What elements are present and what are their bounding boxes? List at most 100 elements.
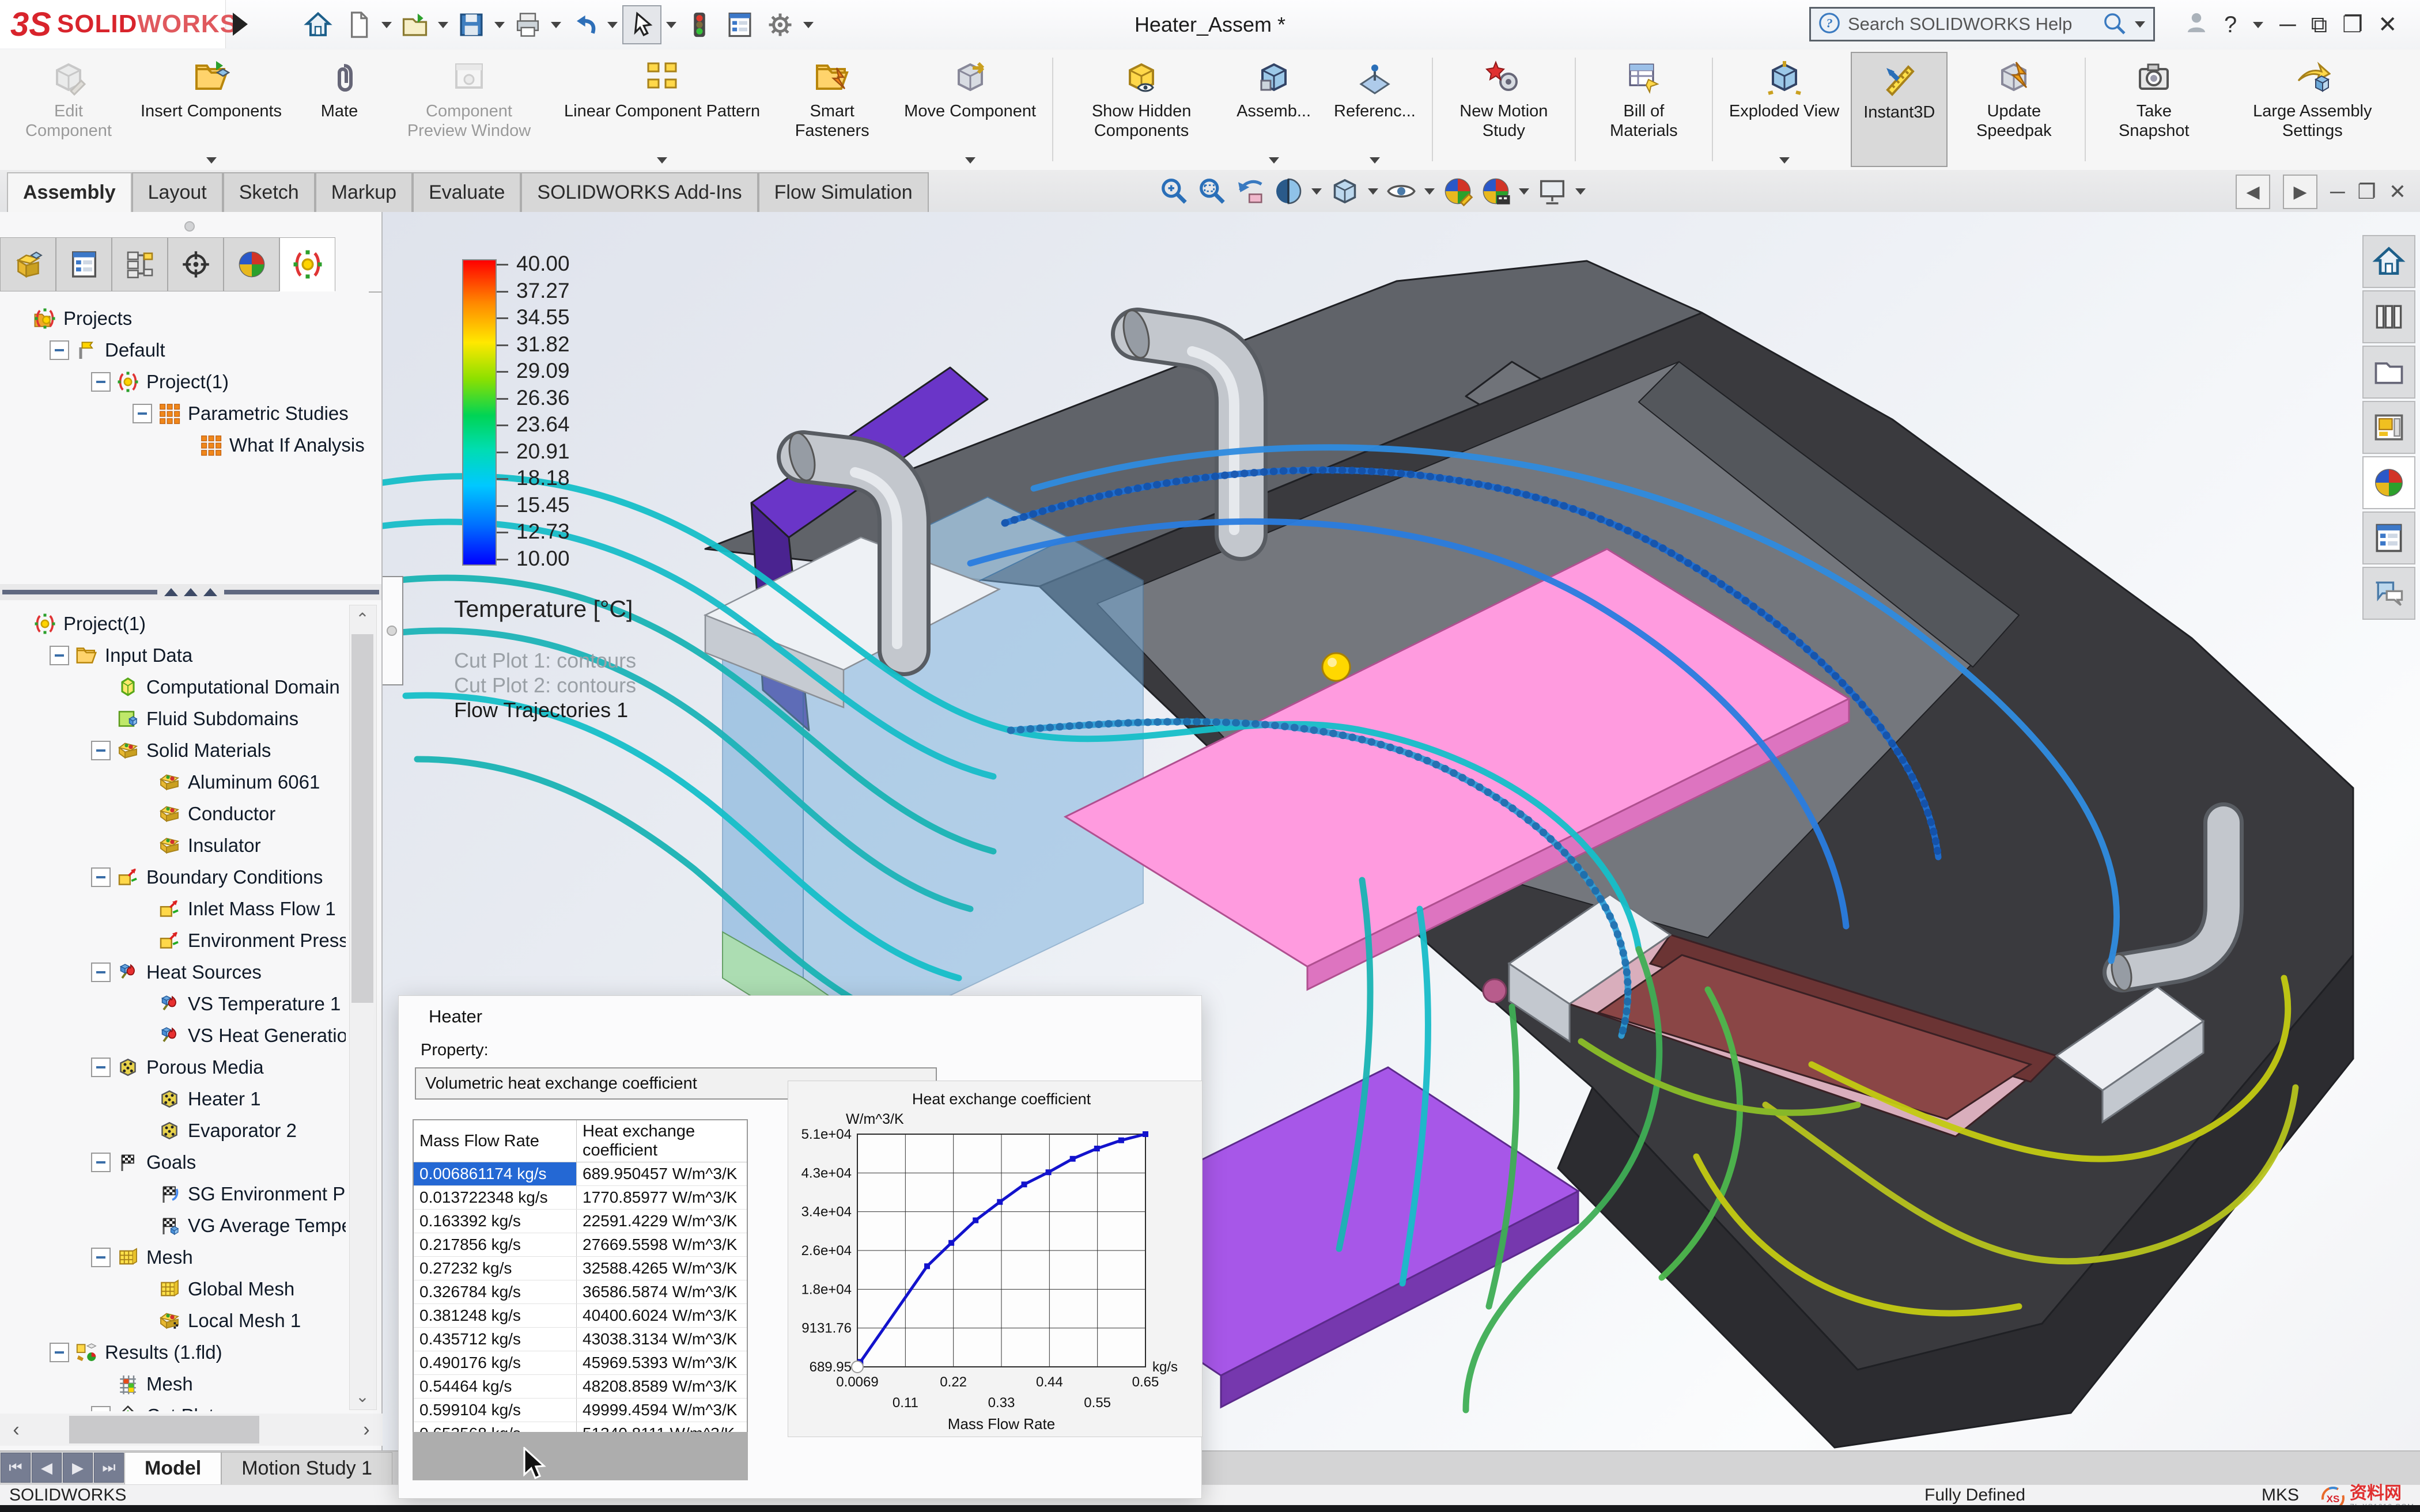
qat-traffic-button[interactable] <box>681 6 718 43</box>
tab-prev-button[interactable]: ◀ <box>32 1453 62 1483</box>
ribbon-bill-of-materials-button[interactable]: Bill of Materials <box>1580 52 1707 167</box>
tab-last-button[interactable]: ⏭ <box>94 1453 124 1483</box>
toolbar-expand-arrow-icon[interactable] <box>233 13 248 36</box>
panel-splitter[interactable] <box>0 584 381 600</box>
ribbon-large-assembly-settings-button[interactable]: Large Assembly Settings <box>2217 52 2407 167</box>
tab-layout[interactable]: Layout <box>131 172 223 212</box>
collapse-toggle[interactable] <box>91 962 111 982</box>
feature-tab-globe[interactable] <box>224 237 279 291</box>
tree-item-inlet-mass-flow-1[interactable]: Inlet Mass Flow 1 <box>133 895 336 923</box>
tree-item-vs-temperature-1[interactable]: VS Temperature 1 <box>133 990 341 1018</box>
dropdown-icon[interactable] <box>206 157 217 164</box>
ribbon-mate-button[interactable]: Mate <box>293 52 385 167</box>
tab-evaluate[interactable]: Evaluate <box>413 172 521 212</box>
tree-item-cut-plots[interactable]: Cut Plots <box>91 1401 224 1411</box>
ribbon-referenc--button[interactable]: Referenc... <box>1322 52 1427 167</box>
taskpane-home-button[interactable] <box>2362 235 2415 288</box>
tree-item-heater-1[interactable]: Heater 1 <box>133 1085 261 1113</box>
table-row[interactable]: 0.435712 kg/s 43038.3134 W/m^3/K <box>413 1327 748 1351</box>
tree-item-project-1-[interactable]: Project(1) <box>91 367 229 396</box>
ribbon-show-hidden-components-button[interactable]: Show Hidden Components <box>1058 52 1225 167</box>
ribbon-insert-components-button[interactable]: Insert Components <box>129 52 293 167</box>
ribbon-smart-fasteners-button[interactable]: Smart Fasteners <box>772 52 893 167</box>
tree-item-vg-average-temperatu[interactable]: VG Average Temperatu <box>133 1211 346 1240</box>
tree-item-local-mesh-1[interactable]: Local Mesh 1 <box>133 1306 301 1335</box>
tree-item-project-1-[interactable]: Project(1) <box>8 609 146 638</box>
tree-horizontal-scrollbar[interactable]: ‹ › <box>0 1414 383 1446</box>
qat-home-button[interactable] <box>300 6 336 43</box>
legend-layer-label[interactable]: Cut Plot 1: contours <box>454 649 636 673</box>
collapse-toggle[interactable] <box>91 741 111 760</box>
tree-item-vs-heat-generation-ra[interactable]: VS Heat Generation Ra <box>133 1021 346 1050</box>
tree-item-conductor[interactable]: Conductor <box>133 799 275 828</box>
mass-flow-table[interactable]: Mass Flow Rate Heat exchange coefficient 0… <box>413 1119 748 1470</box>
dropdown-icon[interactable] <box>803 21 814 28</box>
ribbon-instant3d-button[interactable]: Instant3D <box>1851 52 1948 167</box>
tree-item-parametric-studies[interactable]: Parametric Studies <box>133 399 349 428</box>
collapse-toggle[interactable] <box>50 340 69 360</box>
search-input[interactable]: Search SOLIDWORKS Help <box>1848 14 2094 35</box>
close-button[interactable]: ✕ <box>2378 12 2398 38</box>
doc-tab-model[interactable]: Model <box>124 1452 222 1484</box>
dropdown-icon[interactable] <box>494 21 505 28</box>
taskpane-folder2-button[interactable] <box>2362 346 2415 399</box>
scroll-up-icon[interactable]: ⌃ <box>350 605 375 632</box>
collapse-toggle[interactable] <box>91 1406 111 1411</box>
doc-close-button[interactable]: ✕ <box>2389 180 2406 204</box>
ribbon-move-component-button[interactable]: Move Component <box>893 52 1048 167</box>
qat-open-button[interactable] <box>396 6 433 43</box>
table-row[interactable]: 0.490176 kg/s 45969.5393 W/m^3/K <box>413 1351 748 1375</box>
dropdown-icon[interactable] <box>1575 188 1586 195</box>
collapse-toggle[interactable] <box>133 404 152 423</box>
tab-next-button[interactable]: ▶ <box>63 1453 93 1483</box>
legend-layer-label[interactable]: Cut Plot 2: contours <box>454 673 636 698</box>
doc-tab-motion-study-1[interactable]: Motion Study 1 <box>221 1452 393 1484</box>
tree-item-projects[interactable]: Projects <box>8 304 132 333</box>
feature-tab-config[interactable] <box>112 237 168 291</box>
taskpane-viewpal-button[interactable] <box>2362 401 2415 454</box>
table-row[interactable]: 0.163392 kg/s 22591.4229 W/m^3/K <box>413 1209 748 1233</box>
search-dropdown-icon[interactable] <box>2135 21 2145 28</box>
prev-document-button[interactable]: ◀ <box>2236 175 2271 209</box>
heater-property-dialog[interactable]: Heater Property: Volumetric heat exchang… <box>398 995 1203 1499</box>
tree-item-mesh[interactable]: Mesh <box>91 1243 193 1272</box>
tree-item-porous-media[interactable]: Porous Media <box>91 1053 264 1082</box>
hscroll-thumb[interactable] <box>69 1416 259 1443</box>
scroll-down-icon[interactable]: ⌄ <box>350 1383 375 1409</box>
feature-tab-asm[interactable] <box>0 237 56 291</box>
tree-item-environment-pressure-2[interactable]: Environment Pressure 2 <box>133 926 346 955</box>
tab-first-button[interactable]: ⏮ <box>1 1453 31 1483</box>
dock-button[interactable]: ⧉ <box>2311 12 2328 38</box>
ribbon-linear-component-pattern-button[interactable]: Linear Component Pattern <box>553 52 772 167</box>
doc-restore-button[interactable]: ❐ <box>2358 180 2376 204</box>
qat-save-button[interactable] <box>453 6 490 43</box>
collapse-toggle[interactable] <box>91 867 111 887</box>
panel-grip[interactable] <box>0 212 381 237</box>
dropdown-icon[interactable] <box>381 21 392 28</box>
tree-item-computational-domain[interactable]: Computational Domain <box>91 673 340 702</box>
doc-minimize-button[interactable]: ─ <box>2330 180 2345 204</box>
ribbon-exploded-view-button[interactable]: Exploded View <box>1718 52 1851 167</box>
tree-item-default[interactable]: Default <box>50 336 165 365</box>
dropdown-icon[interactable] <box>657 157 668 164</box>
scroll-left-icon[interactable]: ‹ <box>2 1416 30 1443</box>
ribbon-new-motion-study-button[interactable]: New Motion Study <box>1438 52 1570 167</box>
headsup-eye-button[interactable] <box>1385 175 1417 207</box>
dropdown-icon[interactable] <box>551 21 561 28</box>
minimize-button[interactable]: ─ <box>2279 12 2296 38</box>
headsup-viewcube-button[interactable] <box>1329 175 1361 207</box>
qat-cursor-button[interactable] <box>622 5 661 44</box>
tab-assembly[interactable]: Assembly <box>7 172 132 212</box>
table-row[interactable]: 0.217856 kg/s 27669.5598 W/m^3/K <box>413 1233 748 1257</box>
dropdown-icon[interactable] <box>1268 157 1279 164</box>
qat-newdoc-button[interactable] <box>340 6 377 43</box>
vscroll-thumb[interactable] <box>351 634 373 1003</box>
trajectory-point-marker[interactable] <box>1321 652 1351 682</box>
tab-markup[interactable]: Markup <box>315 172 413 212</box>
dropdown-icon[interactable] <box>1311 188 1322 195</box>
headsup-prevview-button[interactable] <box>1234 175 1266 207</box>
qat-print-button[interactable] <box>509 6 546 43</box>
tab-solidworks-add-ins[interactable]: SOLIDWORKS Add-Ins <box>521 172 758 212</box>
tree-item-fluid-subdomains[interactable]: Fluid Subdomains <box>91 704 298 733</box>
scroll-right-icon[interactable]: › <box>353 1416 380 1443</box>
